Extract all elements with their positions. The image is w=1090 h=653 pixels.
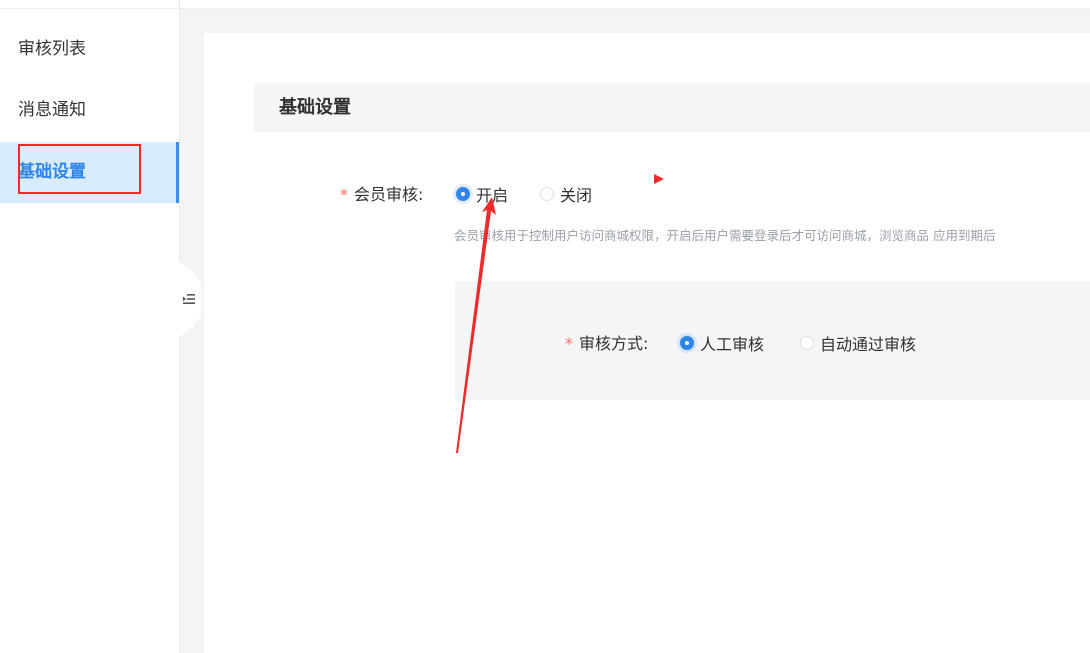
review-method-auto-radio[interactable]: 自动通过审核: [800, 331, 916, 355]
sidebar-item-basic-settings[interactable]: 基础设置: [0, 142, 179, 203]
annotation-marker-icon: [654, 174, 664, 184]
member-review-help-text: 会员审核用于控制用户访问商城权限，开启后用户需要登录后才可访问商城，浏览商品 应…: [454, 228, 996, 243]
review-method-panel: * 审核方式: 人工审核 自动通过审核: [455, 281, 1090, 400]
radio-checked-icon: [680, 336, 694, 350]
sidebar-item-label: 审核列表: [18, 39, 86, 59]
sidebar-collapse-handle[interactable]: [179, 261, 201, 337]
section-title: 基础设置: [279, 97, 351, 118]
top-bar: [180, 0, 1090, 9]
radio-label: 自动通过审核: [820, 335, 917, 354]
page: 审核列表 消息通知 基础设置 基础设置 * 会员审核: 开启 关闭 会员审核用于…: [0, 0, 1090, 653]
member-review-label: * 会员审核:: [340, 181, 423, 205]
required-mark: *: [340, 185, 348, 204]
radio-unchecked-icon: [800, 336, 814, 350]
member-review-on-radio[interactable]: 开启: [456, 182, 508, 206]
radio-label: 关闭: [560, 186, 593, 205]
review-method-manual-radio[interactable]: 人工审核: [680, 331, 764, 355]
sidebar-item-review-list[interactable]: 审核列表: [0, 19, 179, 80]
section-header: 基础设置: [254, 83, 1090, 132]
sidebar: 审核列表 消息通知 基础设置: [0, 0, 180, 653]
radio-unchecked-icon: [540, 187, 554, 201]
collapse-sidebar-icon: [183, 294, 195, 304]
main-content: 基础设置 * 会员审核: 开启 关闭 会员审核用于控制用户访问商城权限，开启后用户…: [204, 33, 1090, 653]
sidebar-item-label: 消息通知: [18, 100, 86, 120]
radio-checked-icon: [456, 187, 470, 201]
member-review-off-radio[interactable]: 关闭: [540, 182, 592, 206]
sidebar-item-label: 基础设置: [18, 162, 86, 182]
sidebar-top-divider: [0, 0, 179, 9]
review-method-label-text: 审核方式:: [579, 334, 649, 353]
member-review-label-text: 会员审核:: [354, 185, 424, 204]
review-method-label: * 审核方式:: [565, 330, 648, 354]
radio-label: 人工审核: [700, 335, 765, 354]
sidebar-item-notifications[interactable]: 消息通知: [0, 80, 179, 141]
required-mark: *: [565, 334, 573, 353]
radio-label: 开启: [476, 186, 509, 205]
